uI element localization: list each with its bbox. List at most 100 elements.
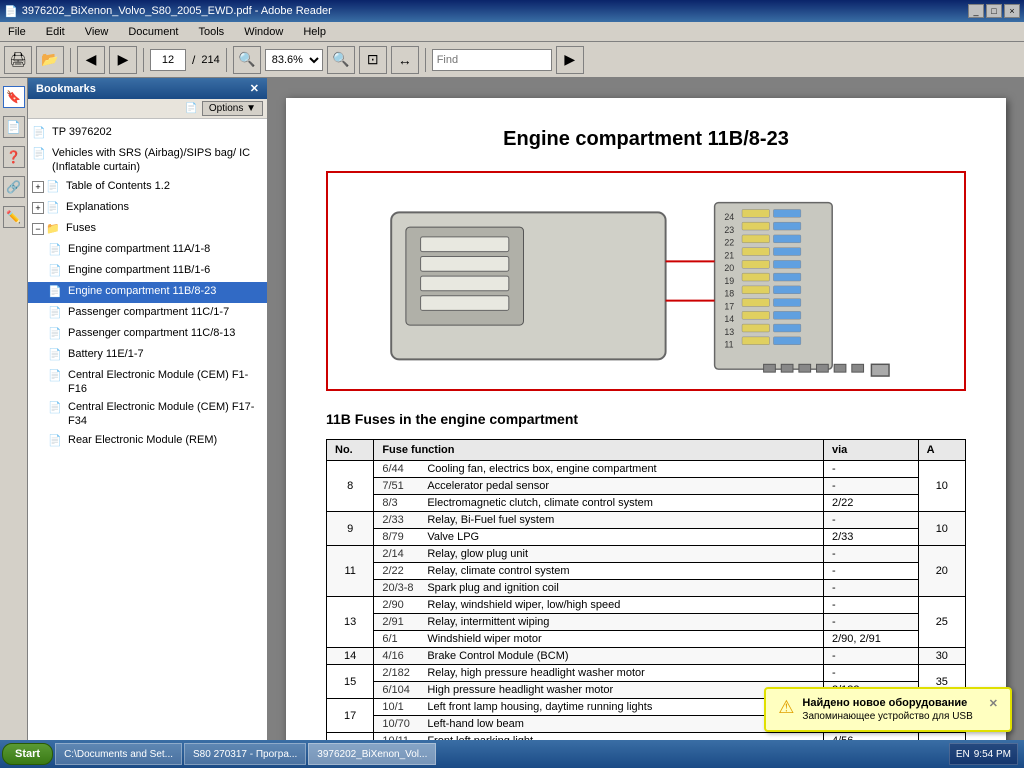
help-icon[interactable]: ❓ [3, 146, 25, 168]
zoom-select[interactable]: 83.6% 100% 75% [265, 49, 323, 71]
taskbar-item-s80[interactable]: S80 270317 - Програ... [184, 743, 306, 765]
tree-item-eng11b16[interactable]: 📄 Engine compartment 11B/1-6 [28, 261, 267, 282]
table-row: 11 2/14Relay, glow plug unit - 20 [327, 546, 966, 563]
page-input[interactable] [150, 49, 186, 71]
tree-item-batt11e[interactable]: 📄 Battery 11E/1-7 [28, 345, 267, 366]
find-input[interactable] [432, 49, 552, 71]
print-button[interactable]: 🖨 [4, 46, 32, 74]
pdf-viewer[interactable]: Engine compartment 11B/8-23 24 [268, 78, 1024, 740]
expand-icon-toc[interactable]: + [32, 181, 44, 193]
sidebar-header: Bookmarks ✕ [28, 78, 267, 99]
bookmark-icon-pass11c17: 📄 [48, 306, 64, 322]
svg-text:18: 18 [724, 289, 734, 299]
expand-icon-fuses[interactable]: − [32, 223, 44, 235]
menu-bar: File Edit View Document Tools Window Hel… [0, 22, 1024, 42]
menu-help[interactable]: Help [299, 24, 330, 40]
table-row: 7/51Accelerator pedal sensor - [327, 478, 966, 495]
tree-label-vehicles: Vehicles with SRS (Airbag)/SIPS bag/ IC … [52, 146, 263, 175]
taskbar-right: EN 9:54 PM [949, 743, 1022, 765]
page-nav: / 214 [150, 49, 220, 71]
taskbar-item-pdf[interactable]: 3976202_BiXenon_Vol... [308, 743, 436, 765]
tree-label-pass11c813: Passenger compartment 11C/8-13 [68, 326, 235, 340]
svg-text:21: 21 [724, 250, 734, 260]
tree-item-tp[interactable]: 📄 TP 3976202 [28, 123, 267, 144]
tree-item-eng11a[interactable]: 📄 Engine compartment 11A/1-8 [28, 240, 267, 261]
fit-width-button[interactable]: ↔ [391, 46, 419, 74]
tree-item-rem[interactable]: 📄 Rear Electronic Module (REM) [28, 431, 267, 452]
menu-view[interactable]: View [81, 24, 113, 40]
sidebar-content: 📄 TP 3976202 📄 Vehicles with SRS (Airbag… [28, 119, 267, 740]
bookmark-icon-pass11c813: 📄 [48, 327, 64, 343]
zoom-in-button[interactable]: 🔍 [327, 46, 355, 74]
th-no: No. [327, 440, 374, 461]
page-separator: / [188, 53, 199, 67]
zoom-out-button[interactable]: 🔍 [233, 46, 261, 74]
expand-icon-expl[interactable]: + [32, 202, 44, 214]
bookmark-icon-fuses: 📁 [46, 222, 62, 238]
tree-label-cem-f17: Central Electronic Module (CEM) F17-F34 [68, 400, 263, 429]
pdf-page-title: Engine compartment 11B/8-23 [326, 128, 966, 151]
close-button[interactable]: × [1004, 4, 1020, 18]
toast-content: Найдено новое оборудование Запоминающее … [802, 697, 972, 722]
tree-item-eng11b823[interactable]: 📄 Engine compartment 11B/8-23 [28, 282, 267, 303]
sidebar: Bookmarks ✕ 📄 Options ▼ 📄 TP 3976202 📄 V… [28, 78, 268, 740]
tree-item-cem-f17[interactable]: 📄 Central Electronic Module (CEM) F17-F3… [28, 398, 267, 431]
tree-item-toc[interactable]: + 📄 Table of Contents 1.2 [28, 177, 267, 198]
tree-label-expl: Explanations [66, 200, 129, 214]
fuse-diagram: 24 23 22 21 20 19 18 17 14 13 11 [326, 171, 966, 391]
find-next-button[interactable]: ▶ [556, 46, 584, 74]
minimize-button[interactable]: _ [968, 4, 984, 18]
tree-item-vehicles[interactable]: 📄 Vehicles with SRS (Airbag)/SIPS bag/ I… [28, 144, 267, 177]
comments-icon[interactable]: ✏️ [3, 206, 25, 228]
th-a: A [918, 440, 965, 461]
sidebar-close-icon[interactable]: ✕ [250, 82, 259, 95]
bookmark-icon-eng11b823: 📄 [48, 285, 64, 301]
systray: EN 9:54 PM [949, 743, 1018, 765]
tree-item-cem-f1[interactable]: 📄 Central Electronic Module (CEM) F1-F16 [28, 366, 267, 399]
toolbar: 🖨 📂 ◀ ▶ / 214 🔍 83.6% 100% 75% 🔍 ⊡ ↔ ▶ [0, 42, 1024, 78]
tree-label-eng11b16: Engine compartment 11B/1-6 [68, 263, 210, 277]
tree-item-pass11c17[interactable]: 📄 Passenger compartment 11C/1-7 [28, 303, 267, 324]
taskbar-item-explorer[interactable]: C:\Documents and Set... [55, 743, 182, 765]
svg-text:11: 11 [724, 340, 733, 350]
bookmark-icon-cem-f17: 📄 [48, 401, 64, 417]
bookmark-icon-eng11a: 📄 [48, 243, 64, 259]
back-button[interactable]: ◀ [77, 46, 105, 74]
tree-item-pass11c813[interactable]: 📄 Passenger compartment 11C/8-13 [28, 324, 267, 345]
svg-text:13: 13 [724, 327, 734, 337]
table-row: 6/1Windshield wiper motor 2/90, 2/91 [327, 631, 966, 648]
left-icon-panel: 🔖 📄 ❓ 🔗 ✏️ [0, 78, 28, 740]
svg-text:20: 20 [724, 263, 734, 273]
fit-page-button[interactable]: ⊡ [359, 46, 387, 74]
links-icon[interactable]: 🔗 [3, 176, 25, 198]
bookmark-icon-toc: 📄 [46, 180, 62, 196]
tree-item-expl[interactable]: + 📄 Explanations [28, 198, 267, 219]
tree-item-fuses[interactable]: − 📁 Fuses [28, 219, 267, 240]
start-button[interactable]: Start [2, 743, 53, 765]
menu-document[interactable]: Document [124, 24, 182, 40]
options-button[interactable]: Options ▼ [202, 101, 263, 116]
menu-file[interactable]: File [4, 24, 30, 40]
bookmark-icon-rem: 📄 [48, 434, 64, 450]
svg-text:17: 17 [724, 301, 734, 311]
menu-edit[interactable]: Edit [42, 24, 69, 40]
maximize-button[interactable]: □ [986, 4, 1002, 18]
options-icon: 📄 [185, 103, 197, 114]
svg-text:14: 14 [724, 314, 734, 324]
page-total: 214 [201, 54, 219, 66]
forward-button[interactable]: ▶ [109, 46, 137, 74]
bookmarks-panel-icon[interactable]: 🔖 [3, 86, 25, 108]
open-button[interactable]: 📂 [36, 46, 64, 74]
sidebar-toolbar: 📄 Options ▼ [28, 99, 267, 119]
separator3 [226, 48, 227, 72]
toast-title: Найдено новое оборудование [802, 697, 972, 709]
section-title: 11B Fuses in the engine compartment [326, 411, 966, 427]
menu-tools[interactable]: Tools [195, 24, 229, 40]
toast-icon: ⚠ [778, 697, 794, 718]
menu-window[interactable]: Window [240, 24, 287, 40]
pages-panel-icon[interactable]: 📄 [3, 116, 25, 138]
th-via: via [823, 440, 918, 461]
toast-message: Запоминающее устройство для USB [802, 711, 972, 722]
window-title: 3976202_BiXenon_Volvo_S80_2005_EWD.pdf -… [22, 5, 332, 17]
toast-close-button[interactable]: ✕ [989, 697, 998, 710]
